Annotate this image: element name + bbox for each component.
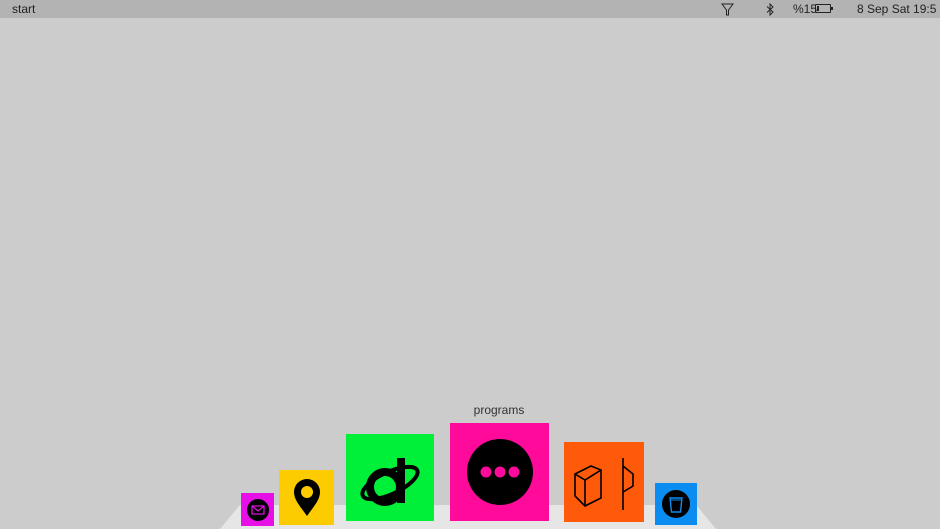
dock-item-programs[interactable] [450, 423, 549, 521]
bluetooth-icon[interactable] [763, 2, 777, 16]
dock-item-trash[interactable] [655, 483, 697, 525]
filter-icon[interactable] [720, 2, 734, 16]
browser-d-icon [360, 457, 420, 506]
mail-icon [246, 498, 269, 521]
trash-icon [662, 490, 690, 518]
dock-item-3d[interactable] [564, 442, 644, 522]
dock-item-mail[interactable] [241, 493, 274, 526]
more-dots-icon [466, 439, 533, 505]
dock-tooltip: programs [473, 403, 525, 417]
dock-item-browser[interactable] [346, 434, 434, 521]
app-title[interactable]: start [12, 2, 35, 16]
battery-icon[interactable] [815, 4, 833, 13]
location-pin-icon [293, 478, 320, 516]
box-icon [574, 458, 634, 510]
clock[interactable]: 8 Sep Sat 19:5 [857, 2, 936, 16]
dock-item-location[interactable] [279, 470, 334, 525]
battery-percentage: %15 [793, 2, 818, 16]
menu-bar: start %15 8 Sep Sat 19:5 [0, 0, 940, 18]
battery-fill [817, 6, 819, 11]
